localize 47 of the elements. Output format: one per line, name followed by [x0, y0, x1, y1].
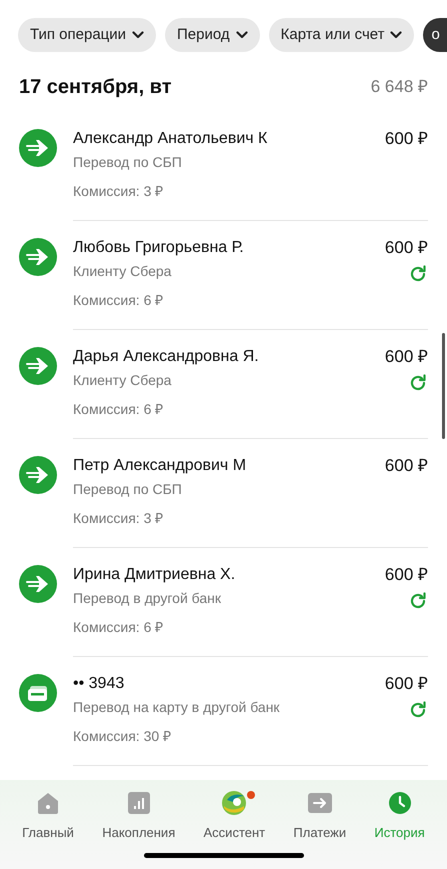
operation-type: Перевод на карту в другой банк: [73, 698, 280, 716]
amount: 600 ₽: [384, 128, 428, 150]
repeat-icon[interactable]: [408, 264, 428, 284]
commission-text: Комиссия: 6 ₽: [73, 618, 164, 636]
recipient-name: Ирина Дмитриевна Х.: [73, 565, 236, 585]
nav-tab[interactable]: Накопления: [102, 790, 176, 842]
chart-icon: [128, 792, 150, 814]
commission-text: Комиссия: 3 ₽: [73, 509, 164, 527]
filter-chip[interactable]: Период: [165, 18, 260, 52]
amount: 600 ₽: [384, 564, 428, 586]
clock-icon: [388, 792, 411, 814]
amount: 600 ₽: [384, 237, 428, 259]
amount: 600 ₽: [384, 346, 428, 368]
recipient-name: Петр Александрович М: [73, 456, 246, 476]
operation-type: Перевод по СБП: [73, 153, 183, 171]
commission-text: Комиссия: 6 ₽: [73, 291, 164, 309]
chevron-down-icon: [390, 31, 402, 39]
commission-text: Комиссия: 30 ₽: [73, 727, 172, 745]
operation-type: Клиенту Сбера: [73, 262, 172, 280]
commission-text: Комиссия: 3 ₽: [73, 182, 164, 200]
operation-type: Перевод по СБП: [73, 480, 183, 498]
scrollbar-icon: [442, 333, 445, 439]
repeat-icon[interactable]: [408, 373, 428, 393]
commission-text: Комиссия: 6 ₽: [73, 400, 164, 418]
recipient-name: •• 3943: [73, 674, 126, 694]
nav-tab[interactable]: Главный: [22, 790, 74, 842]
cards-icon: [19, 674, 57, 712]
filter-chip[interactable]: Тип операции: [18, 18, 156, 52]
nav-tab[interactable]: Платежи: [293, 790, 346, 842]
repeat-icon[interactable]: [408, 591, 428, 611]
amount: 600 ₽: [384, 673, 428, 695]
operation-type: Клиенту Сбера: [73, 371, 172, 389]
assistant-logo-icon: [221, 790, 248, 816]
operation-type: Перевод в другой банк: [73, 589, 222, 607]
amount: 600 ₽: [384, 455, 428, 477]
filter-chip[interactable]: Карта или счет: [268, 18, 414, 52]
chevron-down-icon: [132, 31, 144, 39]
nav-tab[interactable]: Ассистент: [204, 790, 266, 842]
filter-chip[interactable]: о: [423, 18, 447, 52]
repeat-icon[interactable]: [408, 700, 428, 720]
date-heading: 17 сентября, вт: [19, 75, 172, 100]
recipient-name: Дарья Александровна Я.: [73, 347, 259, 367]
recipient-name: Любовь Григорьевна Р.: [73, 238, 244, 258]
home-icon: [36, 792, 60, 814]
recipient-name: Александр Анатольевич К: [73, 129, 268, 149]
chevron-down-icon: [236, 31, 248, 39]
day-total: 6 648 ₽: [370, 76, 428, 98]
